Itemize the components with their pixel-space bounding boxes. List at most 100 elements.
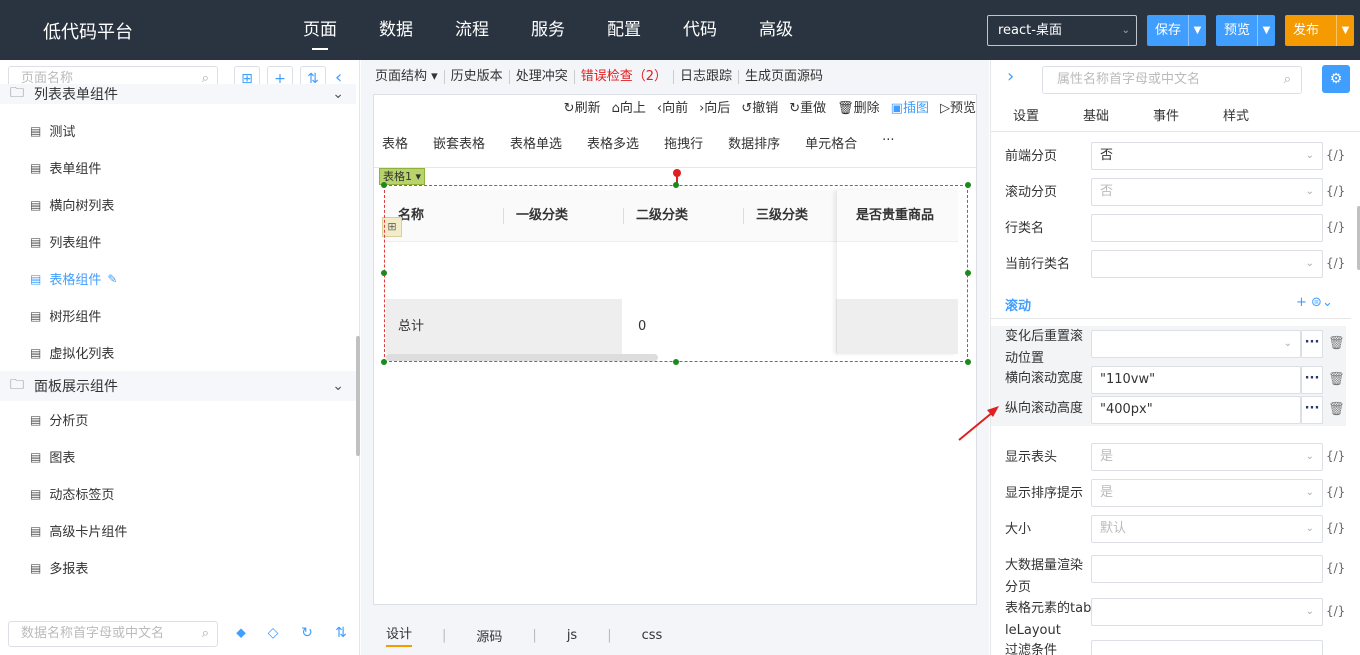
prop-input[interactable]: "110vw" (1091, 366, 1301, 394)
delete-button[interactable]: 🗑删除 (837, 97, 880, 116)
page-structure-menu[interactable]: 页面结构 ▾ (375, 70, 445, 84)
expression-icon[interactable]: {/} (1326, 561, 1345, 575)
tab-table[interactable]: 表格 (382, 133, 408, 152)
property-search-input[interactable]: 属性名称首字母或中文名 ⌕ (1042, 66, 1302, 94)
expression-icon[interactable]: {/} (1326, 604, 1345, 618)
tab-basic[interactable]: 基础 (1061, 104, 1131, 131)
nav-code[interactable]: 代码 (662, 0, 738, 60)
prop-select[interactable]: ⌄ (1091, 598, 1323, 626)
resize-handle[interactable] (381, 182, 387, 188)
tab-drag-row[interactable]: 拖拽行 (664, 133, 703, 152)
list-item[interactable]: ▤ 分析页 (0, 401, 356, 438)
trash-icon[interactable]: 🗑 (1328, 336, 1345, 351)
expression-icon[interactable]: {/} (1326, 148, 1345, 162)
expression-icon[interactable]: {/} (1326, 449, 1345, 463)
tab-multi-select[interactable]: 表格多选 (587, 133, 639, 152)
tab-single-select[interactable]: 表格单选 (510, 133, 562, 152)
move-up-button[interactable]: ⌂向上 (612, 97, 646, 116)
publish-button[interactable]: 发布 ▼ (1285, 15, 1354, 46)
nav-advanced[interactable]: 高级 (738, 0, 814, 60)
list-item[interactable]: ▤ 高级卡片组件 (0, 512, 356, 549)
caret-down-icon[interactable]: ▼ (1257, 15, 1275, 46)
filter-icon[interactable]: ⊜ (1311, 295, 1322, 310)
gear-icon[interactable]: ⚙ (1322, 65, 1350, 93)
move-back-button[interactable]: ›向后 (699, 97, 730, 116)
tag-icon[interactable]: ◇ (260, 621, 286, 647)
tree-group[interactable]: 🗀 面板展示组件 ⌄ (0, 371, 356, 401)
expression-icon[interactable]: {/} (1326, 521, 1345, 535)
tree-group[interactable]: 🗀 列表表单组件 ⌄ (0, 84, 356, 104)
chevron-right-icon[interactable]: › (1007, 66, 1014, 87)
tab-css[interactable]: css (642, 628, 663, 643)
list-item[interactable]: ▤ 多报表 (0, 549, 356, 586)
trash-icon[interactable]: 🗑 (1328, 372, 1345, 387)
tabs-more-icon[interactable]: ··· (882, 133, 894, 152)
resize-handle[interactable] (673, 182, 679, 188)
tab-cell-merge[interactable]: 单元格合 (805, 133, 857, 152)
tab-settings[interactable]: 设置 (991, 104, 1061, 131)
preview-button[interactable]: 预览 ▼ (1216, 15, 1275, 46)
nav-flow[interactable]: 流程 (434, 0, 510, 60)
rotate-handle[interactable] (673, 169, 681, 177)
chevron-down-icon[interactable]: ⌄ (1322, 295, 1333, 310)
trash-icon[interactable]: 🗑 (1328, 402, 1345, 417)
nav-data[interactable]: 数据 (358, 0, 434, 60)
list-item[interactable]: ▤ 动态标签页 (0, 475, 356, 512)
prop-select[interactable]: 默认 ⌄ (1091, 515, 1323, 543)
tab-events[interactable]: 事件 (1131, 104, 1201, 131)
prop-select[interactable]: 是 ⌄ (1091, 443, 1323, 471)
tab-design[interactable]: 设计 (386, 623, 413, 647)
prop-input[interactable] (1091, 214, 1323, 242)
expression-icon[interactable]: {/} (1326, 485, 1345, 499)
expression-icon[interactable]: {/} (1326, 220, 1345, 234)
list-item-active[interactable]: ▤ 表格组件 ✎ (0, 260, 356, 297)
prop-select[interactable]: 是 ⌄ (1091, 479, 1323, 507)
list-item[interactable]: ▤ 树形组件 (0, 297, 356, 334)
error-check-button[interactable]: 错误检查（2） (575, 70, 674, 84)
prop-input[interactable]: "400px" (1091, 396, 1301, 424)
tab-js[interactable]: js (567, 628, 577, 643)
caret-down-icon[interactable]: ▼ (1188, 15, 1206, 46)
list-item[interactable]: ▤ 列表组件 (0, 223, 356, 260)
expression-icon[interactable]: {/} (1326, 184, 1345, 198)
list-item[interactable]: ▤ 虚拟化列表 (0, 334, 356, 371)
more-options-button[interactable]: ··· (1301, 366, 1323, 394)
add-icon[interactable]: + (1296, 295, 1307, 310)
nav-page[interactable]: 页面 (282, 0, 358, 60)
canvas[interactable]: ↻刷新 ⌂向上 ‹向前 ›向后 ↺撤销 ↻重做 🗑删除 ▣插图 ▷预览 表格 嵌… (373, 94, 978, 605)
edit-icon[interactable]: ✎ (107, 272, 117, 286)
conflict-button[interactable]: 处理冲突 (510, 70, 575, 84)
tab-sort[interactable]: 数据排序 (728, 133, 780, 152)
nav-service[interactable]: 服务 (510, 0, 586, 60)
move-forward-button[interactable]: ‹向前 (657, 97, 688, 116)
list-item[interactable]: ▤ 横向树列表 (0, 186, 356, 223)
redo-button[interactable]: ↻重做 (789, 97, 826, 116)
prop-input[interactable] (1091, 640, 1323, 655)
tab-source[interactable]: 源码 (476, 626, 502, 645)
resize-handle[interactable] (965, 270, 971, 276)
prop-select[interactable]: ⌄ (1091, 330, 1301, 358)
save-button[interactable]: 保存 ▼ (1147, 15, 1206, 46)
prop-select[interactable]: ⌄ (1091, 250, 1323, 278)
pin-icon[interactable]: ⬥ (228, 621, 254, 647)
prop-select[interactable]: 否 ⌄ (1091, 142, 1323, 170)
expression-icon[interactable]: {/} (1326, 256, 1345, 270)
history-button[interactable]: 历史版本 (445, 70, 510, 84)
tree-scrollbar[interactable] (356, 336, 360, 456)
canvas-preview-button[interactable]: ▷预览 (940, 97, 976, 116)
list-item[interactable]: ▤ 表单组件 (0, 149, 356, 186)
tab-style[interactable]: 样式 (1201, 104, 1271, 131)
resize-handle[interactable] (673, 359, 679, 365)
sort-icon[interactable]: ⇅ (328, 621, 354, 647)
log-trace-button[interactable]: 日志跟踪 (674, 70, 739, 84)
caret-down-icon[interactable]: ▼ (1336, 15, 1354, 46)
resize-handle[interactable] (381, 359, 387, 365)
undo-button[interactable]: ↺撤销 (741, 97, 778, 116)
more-options-button[interactable]: ··· (1301, 396, 1323, 424)
list-item[interactable]: ▤ 测试 (0, 112, 356, 149)
resize-handle[interactable] (965, 182, 971, 188)
more-options-button[interactable]: ··· (1301, 330, 1323, 358)
resize-handle[interactable] (381, 270, 387, 276)
tab-nested-table[interactable]: 嵌套表格 (433, 133, 485, 152)
env-select[interactable]: react-桌面 ⌄ (987, 15, 1137, 46)
